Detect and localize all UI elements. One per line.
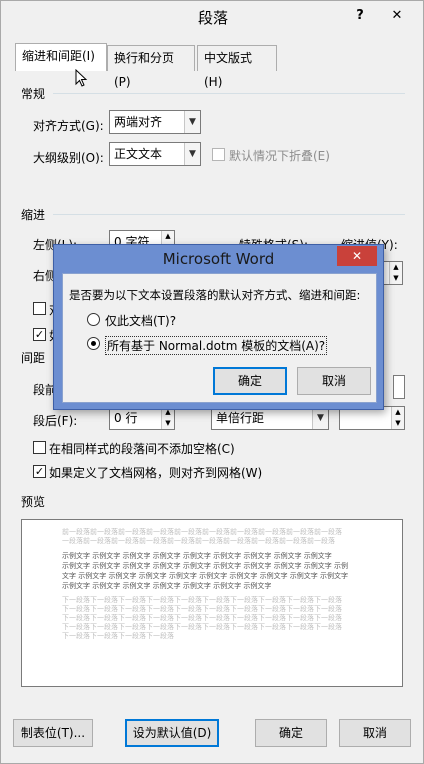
- chevron-down-icon: ▼: [184, 111, 200, 133]
- preview-next-line: 下一段落下一段落下一段落下一段落下一段落下一段落下一段落下一段落下一段落下一段落: [62, 623, 342, 631]
- preview-sample-line: 文字 示例文字 示例文字 示例文字 示例文字 示例文字 示例文字 示例文字 示例…: [62, 572, 349, 580]
- preview-next-line: 下一段落下一段落下一段落下一段落下一段落下一段落下一段落下一段落下一段落下一段落: [62, 605, 342, 613]
- tab-asian-typography[interactable]: 中文版式(H): [197, 45, 277, 89]
- outline-level-label: 大纲级别(O):: [33, 151, 104, 165]
- ok-button[interactable]: 确定: [255, 719, 327, 747]
- tab-indent-spacing[interactable]: 缩进和间距(I): [15, 43, 107, 71]
- preview-sample-line: 示例文字 示例文字 示例文字 示例文字 示例文字 示例文字 示例文字: [62, 582, 272, 590]
- spacing-section-label: 间距: [21, 351, 46, 365]
- alignment-label: 对齐方式(G):: [33, 119, 104, 133]
- outline-level-select[interactable]: 正文文本 ▼: [109, 142, 201, 166]
- chevron-down-icon: ▼: [184, 143, 200, 165]
- no-space-same-style-checkbox[interactable]: [33, 441, 46, 454]
- option-all-normal-label[interactable]: 所有基于 Normal.dotm 模板的文档(A)?: [105, 336, 328, 355]
- outline-level-value: 正文文本: [114, 147, 163, 161]
- space-after-value: 0 行: [114, 411, 138, 425]
- collapse-checkbox[interactable]: [212, 148, 225, 161]
- alignment-value: 两端对齐: [114, 115, 163, 129]
- preview-sample-line: 示例文字 示例文字 示例文字 示例文字 示例文字 示例文字 示例文字 示例文字 …: [62, 552, 332, 560]
- spinner-arrows-icon[interactable]: ▲▼: [391, 407, 404, 429]
- indent-section-label: 缩进: [21, 208, 46, 222]
- spinner-arrows-icon[interactable]: ▲▼: [161, 407, 174, 429]
- close-button[interactable]: ✕: [384, 5, 410, 27]
- at-spinner[interactable]: [393, 375, 405, 399]
- indent-divider: [53, 214, 405, 215]
- set-default-confirm-dialog: Microsoft Word ✕ 是否要为以下文本设置段落的默认对齐方式、缩进和…: [53, 244, 384, 410]
- modal-question: 是否要为以下文本设置段落的默认对齐方式、缩进和间距:: [69, 288, 361, 302]
- modal-cancel-button[interactable]: 取消: [297, 367, 371, 395]
- tab-line-page-breaks[interactable]: 换行和分页(P): [107, 45, 195, 89]
- preview-next-line: 下一段落下一段落下一段落下一段落下一段落下一段落下一段落下一段落下一段落下一段落: [62, 596, 342, 604]
- set-as-default-button[interactable]: 设为默认值(D): [125, 719, 219, 747]
- preview-sample-line: 示例文字 示例文字 示例文字 示例文字 示例文字 示例文字 示例文字 示例文字 …: [62, 562, 349, 570]
- preview-next-line: 下一段落下一段落下一段落下一段落下一段落下一段落下一段落下一段落下一段落下一段落: [62, 614, 342, 622]
- option-this-document-radio[interactable]: [87, 313, 100, 326]
- option-all-normal-radio[interactable]: [87, 337, 100, 350]
- cancel-button[interactable]: 取消: [339, 719, 411, 747]
- no-space-same-style-label: 在相同样式的段落间不添加空格(C): [49, 442, 235, 456]
- option-this-document-label[interactable]: 仅此文档(T)?: [105, 312, 176, 329]
- tab-stops-button[interactable]: 制表位(T)...: [13, 719, 93, 747]
- general-divider: [53, 93, 405, 94]
- modal-title: Microsoft Word: [162, 250, 275, 268]
- spinner-arrows-icon[interactable]: ▲▼: [389, 262, 402, 284]
- alignment-select[interactable]: 两端对齐 ▼: [109, 110, 201, 134]
- chevron-down-icon: ▼: [312, 407, 328, 429]
- preview-prev-line: 一段落前一段落前一段落前一段落前一段落前一段落前一段落前一段落前一段落前一段落: [62, 537, 335, 545]
- preview-prev-line: 前一段落前一段落前一段落前一段落前一段落前一段落前一段落前一段落前一段落前一段落: [62, 528, 342, 536]
- help-button[interactable]: ?: [347, 5, 373, 27]
- general-section-label: 常规: [21, 87, 46, 101]
- preview-section-label: 预览: [21, 495, 46, 509]
- modal-ok-button[interactable]: 确定: [213, 367, 287, 395]
- snap-to-grid-label: 如果定义了文档网格，则对齐到网格(W): [49, 466, 263, 480]
- paragraph-preview: 前一段落前一段落前一段落前一段落前一段落前一段落前一段落前一段落前一段落前一段落…: [21, 519, 403, 687]
- mouse-cursor-icon: [75, 69, 88, 87]
- modal-close-button[interactable]: ✕: [337, 246, 377, 266]
- snap-to-grid-checkbox[interactable]: ✓: [33, 465, 46, 478]
- collapse-label: 默认情况下折叠(E): [229, 149, 330, 163]
- line-spacing-value: 单倍行距: [216, 411, 265, 425]
- auto-adjust-indent-checkbox[interactable]: ✓: [33, 328, 46, 341]
- modal-body: 是否要为以下文本设置段落的默认对齐方式、缩进和间距: 仅此文档(T)? 所有基于…: [62, 273, 377, 403]
- preview-next-line: 下一段落下一段落下一段落下一段落: [62, 632, 174, 640]
- mirror-indent-checkbox[interactable]: [33, 302, 46, 315]
- space-after-label: 段后(F):: [33, 414, 78, 428]
- paragraph-dialog: 段落 ? ✕ 缩进和间距(I) 换行和分页(P) 中文版式(H) 常规 对齐方式…: [0, 0, 424, 764]
- indent-value-spinner[interactable]: ▲ ▼: [381, 261, 403, 285]
